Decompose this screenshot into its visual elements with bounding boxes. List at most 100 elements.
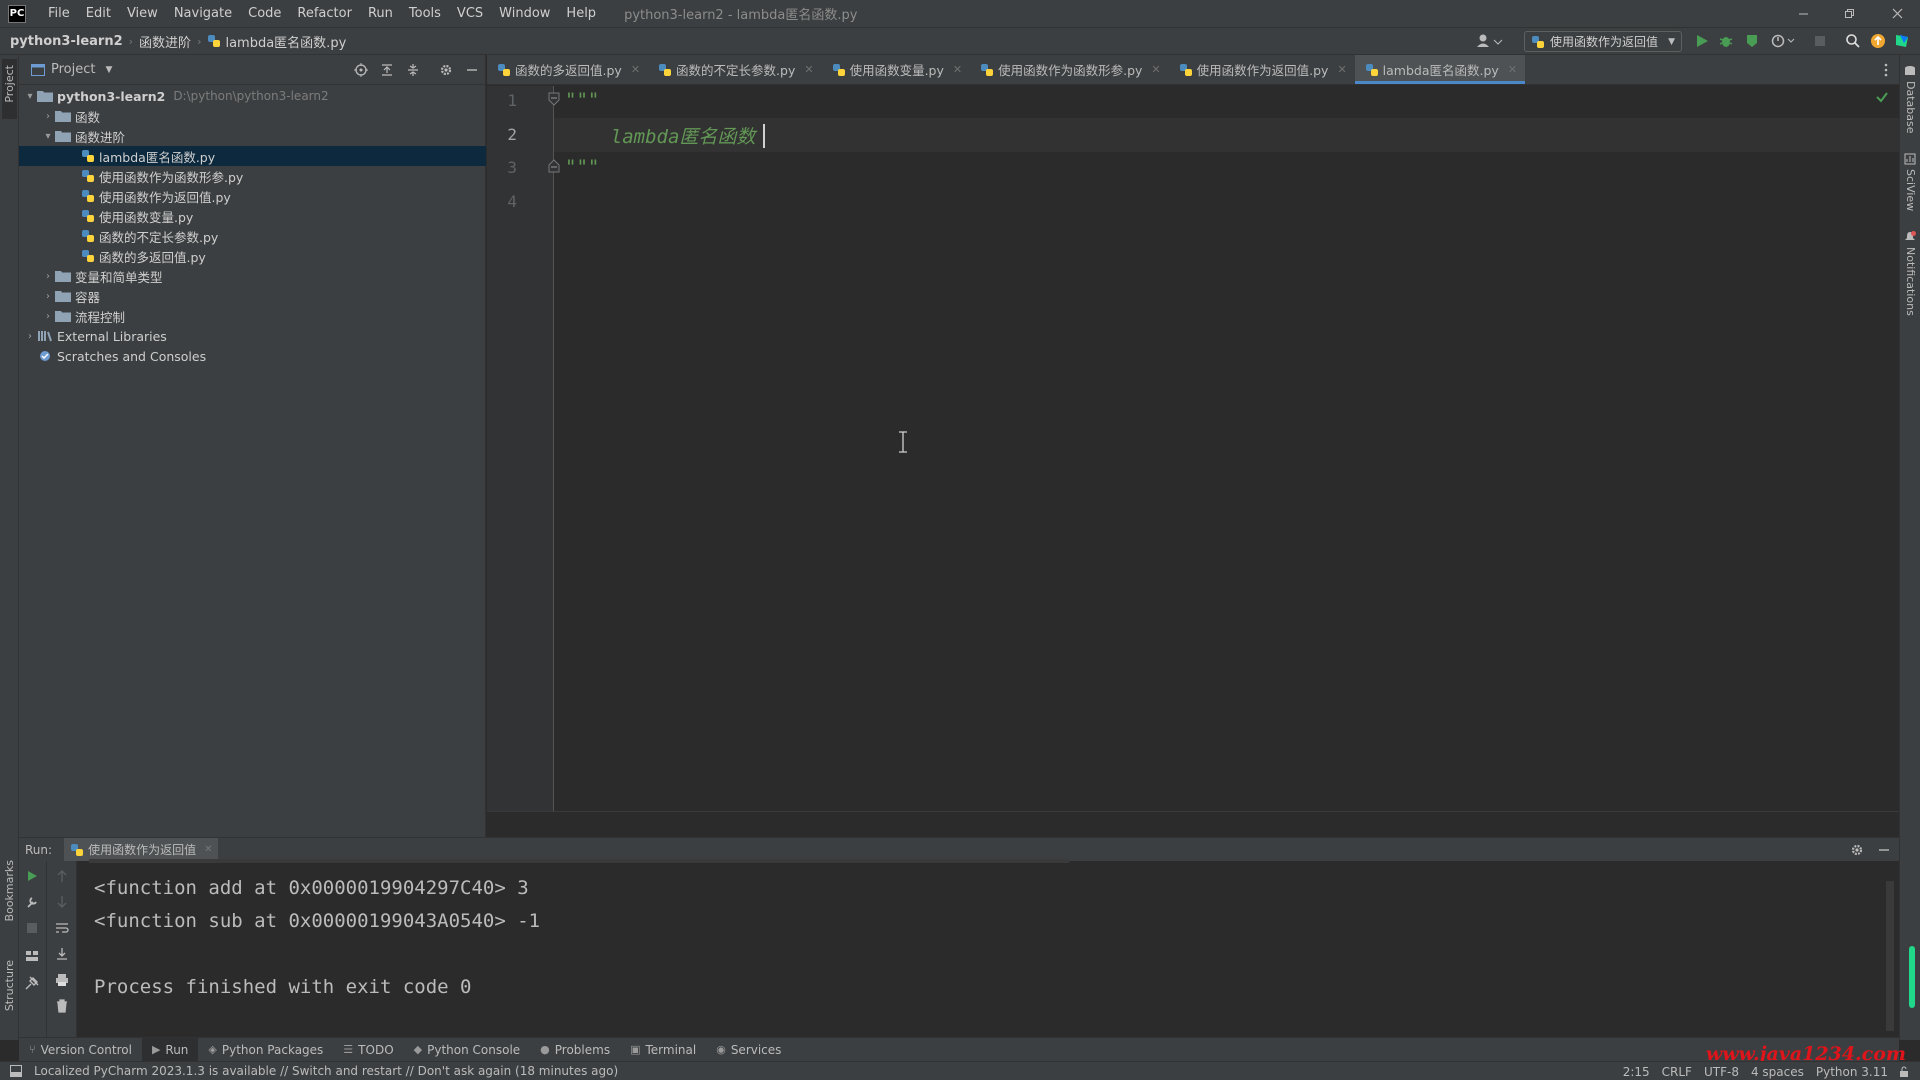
chevron-right-icon[interactable]: › [23, 331, 37, 342]
arrow-up-icon[interactable] [55, 869, 69, 883]
arrow-down-icon[interactable] [55, 895, 69, 909]
tab-options-button[interactable] [1883, 63, 1889, 77]
editor-tab-active[interactable]: lambda匿名函数.py ✕ [1354, 55, 1526, 84]
close-icon[interactable]: ✕ [1337, 63, 1346, 76]
close-icon[interactable]: ✕ [953, 63, 962, 76]
console-scrollbar[interactable] [1886, 881, 1894, 1031]
menu-help[interactable]: Help [558, 0, 604, 27]
tree-item-folder[interactable]: › 函数 [19, 106, 486, 126]
project-tool-button[interactable]: Project [2, 59, 17, 119]
hide-panel-icon[interactable] [1877, 843, 1891, 857]
status-indent[interactable]: 4 spaces [1751, 1065, 1804, 1079]
expand-all-icon[interactable] [380, 63, 394, 77]
tool-tab-python-console[interactable]: ◆ Python Console [404, 1038, 531, 1062]
chevron-down-icon[interactable]: ▾ [41, 131, 55, 142]
tree-item-file[interactable]: 使用函数作为函数形参.py [19, 166, 486, 186]
close-window-button[interactable] [1874, 0, 1920, 27]
chevron-right-icon[interactable]: › [41, 111, 55, 122]
menu-code[interactable]: Code [240, 0, 289, 27]
chevron-right-icon[interactable]: › [41, 271, 55, 282]
close-icon[interactable]: ✕ [1151, 63, 1160, 76]
tool-tab-version-control[interactable]: ⑂ Version Control [19, 1038, 142, 1062]
tree-root[interactable]: ▾ python3-learn2 D:\python\python3-learn… [19, 86, 486, 106]
tool-tab-todo[interactable]: ☰ TODO [333, 1038, 403, 1062]
editor-tab[interactable]: 函数的不定长参数.py ✕ [648, 55, 822, 84]
gear-icon[interactable] [439, 63, 453, 77]
tree-item-file[interactable]: 使用函数作为返回值.py [19, 186, 486, 206]
database-tool-label[interactable]: Database [1904, 81, 1917, 134]
menu-edit[interactable]: Edit [78, 0, 119, 27]
chevron-down-icon[interactable]: ▼ [105, 65, 112, 75]
debug-button[interactable] [1718, 33, 1734, 49]
code-editor[interactable]: 1 2 3 4 """ lambda匿名函数 """ [487, 86, 1899, 811]
status-line-separator[interactable]: CRLF [1662, 1065, 1692, 1079]
hide-panel-icon[interactable] [465, 63, 479, 77]
user-button[interactable] [1474, 32, 1504, 50]
tool-tab-problems[interactable]: ● Problems [530, 1038, 620, 1062]
gear-icon[interactable] [1850, 843, 1864, 857]
editor-tab[interactable]: 使用函数作为返回值.py ✕ [1169, 55, 1355, 84]
breadcrumb-folder[interactable]: 函数进阶 [135, 32, 195, 51]
menu-tools[interactable]: Tools [401, 0, 449, 27]
close-icon[interactable]: ✕ [204, 844, 212, 855]
menu-navigate[interactable]: Navigate [166, 0, 240, 27]
tree-item-folder[interactable]: ▾ 函数进阶 [19, 126, 486, 146]
sciview-tool-label[interactable]: SciView [1904, 169, 1917, 211]
wrench-icon[interactable] [25, 895, 39, 909]
tool-tab-python-packages[interactable]: ◈ Python Packages [198, 1038, 333, 1062]
search-everywhere-button[interactable] [1845, 33, 1861, 49]
tree-item-file[interactable]: 使用函数变量.py [19, 206, 486, 226]
run-button[interactable] [1694, 33, 1710, 49]
menu-run[interactable]: Run [360, 0, 401, 27]
tree-item-folder[interactable]: › 流程控制 [19, 306, 486, 326]
print-icon[interactable] [55, 973, 69, 987]
tool-window-toggle-icon[interactable] [10, 1065, 22, 1077]
status-caret-position[interactable]: 2:15 [1623, 1065, 1650, 1079]
layout-icon[interactable] [25, 949, 39, 963]
tree-item-file[interactable]: 函数的多返回值.py [19, 246, 486, 266]
close-icon[interactable]: ✕ [631, 63, 640, 76]
coverage-button[interactable] [1744, 33, 1760, 49]
structure-tool-label[interactable]: Structure [3, 960, 16, 1011]
breadcrumb-project[interactable]: python3-learn2 [6, 34, 127, 49]
stop-icon[interactable] [25, 921, 39, 935]
tool-tab-services[interactable]: ◉ Services [706, 1038, 791, 1062]
tree-item-external-libraries[interactable]: › External Libraries [19, 326, 486, 346]
status-interpreter[interactable]: Python 3.11 [1816, 1065, 1888, 1079]
project-view-label[interactable]: Project [51, 62, 95, 77]
profile-button[interactable] [1770, 33, 1796, 49]
chevron-right-icon[interactable]: › [41, 311, 55, 322]
editor-tab[interactable]: 使用函数作为函数形参.py ✕ [970, 55, 1169, 84]
updates-button[interactable] [1870, 33, 1886, 49]
bookmarks-tool-label[interactable]: Bookmarks [3, 860, 16, 921]
menu-file[interactable]: File [40, 0, 78, 27]
restore-button[interactable] [1826, 0, 1872, 27]
ide-logo-button[interactable] [1894, 33, 1910, 49]
tree-item-file-selected[interactable]: lambda匿名函数.py [19, 146, 486, 166]
tool-tab-run[interactable]: ▶ Run [141, 1037, 199, 1062]
chevron-right-icon[interactable]: › [41, 291, 55, 302]
scroll-to-end-icon[interactable] [55, 947, 69, 961]
collapse-all-icon[interactable] [406, 63, 420, 77]
tree-item-file[interactable]: 函数的不定长参数.py [19, 226, 486, 246]
tree-item-folder[interactable]: › 变量和简单类型 [19, 266, 486, 286]
close-icon[interactable]: ✕ [804, 63, 813, 76]
tree-item-scratches[interactable]: Scratches and Consoles [19, 346, 486, 366]
status-encoding[interactable]: UTF-8 [1704, 1065, 1739, 1079]
menu-refactor[interactable]: Refactor [289, 0, 360, 27]
editor-tab[interactable]: 使用函数变量.py ✕ [822, 55, 971, 84]
trash-icon[interactable] [55, 999, 69, 1013]
inspection-ok-icon[interactable] [1875, 90, 1889, 104]
menu-vcs[interactable]: VCS [449, 0, 491, 27]
lock-icon[interactable] [1898, 1066, 1910, 1078]
status-message[interactable]: Localized PyCharm 2023.1.3 is available … [34, 1064, 618, 1078]
editor-horizontal-scroll[interactable] [487, 811, 1899, 837]
fold-icon[interactable] [548, 159, 560, 173]
run-tab[interactable]: 使用函数作为返回值 ✕ [64, 837, 219, 862]
soft-wrap-icon[interactable] [55, 921, 69, 935]
editor-tab[interactable]: 函数的多返回值.py ✕ [487, 55, 648, 84]
breadcrumb-file[interactable]: lambda匿名函数.py [221, 32, 350, 51]
menu-window[interactable]: Window [491, 0, 558, 27]
locate-file-icon[interactable] [354, 63, 368, 77]
chevron-down-icon[interactable]: ▾ [23, 91, 37, 102]
